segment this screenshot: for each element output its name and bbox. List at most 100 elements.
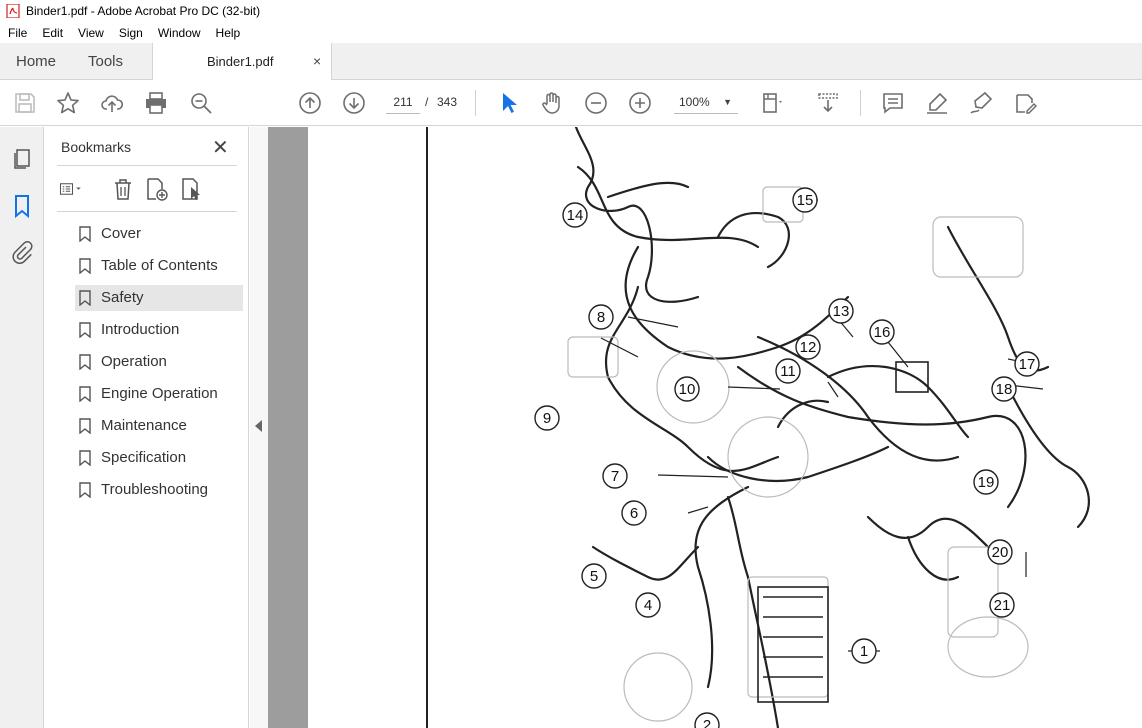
bookmark-icon <box>79 290 91 306</box>
new-bookmark-icon[interactable] <box>145 177 169 201</box>
delete-bookmark-icon[interactable] <box>111 177 135 201</box>
menu-help[interactable]: Help <box>208 26 248 40</box>
callout-1: 1 <box>851 638 877 664</box>
bookmark-table-of-contents[interactable]: Table of Contents <box>75 253 243 279</box>
main-toolbar: 211 / 343 100% ▼ <box>0 80 1142 126</box>
bookmark-icon <box>79 450 91 466</box>
bookmark-options-icon[interactable] <box>59 177 83 201</box>
callout-6: 6 <box>621 500 647 526</box>
wiring-harness-diagram: 14158 13161211 171891076195204 2112 <box>534 127 1090 728</box>
bookmark-label: Table of Contents <box>101 257 218 274</box>
menu-bar: File Edit View Sign Window Help <box>0 22 1142 43</box>
zoom-level-value: 100% <box>679 95 710 109</box>
next-page-icon[interactable] <box>342 91 366 115</box>
bookmark-specification[interactable]: Specification <box>75 445 243 471</box>
callout-8: 8 <box>588 304 614 330</box>
callout-label: 11 <box>780 363 796 380</box>
zoom-out-icon[interactable] <box>584 91 608 115</box>
callout-7: 7 <box>602 463 628 489</box>
pdf-page: 14 15 8 13 16 12 11 17 18 9 10 7 6 19 5 20 4 21 1 2 <box>308 127 1142 728</box>
upload-cloud-icon[interactable] <box>100 91 124 115</box>
save-icon[interactable] <box>13 91 37 115</box>
callout-label: 10 <box>679 381 696 398</box>
bookmark-engine-operation[interactable]: Engine Operation <box>75 381 243 407</box>
comment-icon[interactable] <box>881 91 905 115</box>
callout-19: 19 <box>973 469 999 495</box>
bookmarks-panel: Bookmarks ✕ Cover Table of Contents Safe… <box>45 127 249 728</box>
title-bar: Binder1.pdf - Adobe Acrobat Pro DC (32-b… <box>0 0 1142 22</box>
callout-label: 5 <box>590 568 598 585</box>
callout-label: 6 <box>630 505 638 522</box>
select-cursor-icon[interactable] <box>496 91 520 115</box>
star-icon[interactable] <box>56 91 80 115</box>
callout-label: 21 <box>994 597 1011 614</box>
callout-14: 14 <box>562 202 588 228</box>
previous-page-icon[interactable] <box>298 91 322 115</box>
chevron-down-icon: ▼ <box>723 97 732 107</box>
callout-label: 7 <box>611 468 619 485</box>
highlight-pen-icon[interactable] <box>925 91 949 115</box>
bookmark-label: Maintenance <box>101 417 187 434</box>
bookmark-icon <box>79 386 91 402</box>
tab-bar: Home Tools Binder1.pdf × <box>0 43 1142 81</box>
callout-label: 12 <box>800 339 817 356</box>
page-fit-icon[interactable] <box>760 91 784 115</box>
callout-label: 13 <box>833 303 850 320</box>
close-tab-icon[interactable]: × <box>313 53 321 69</box>
page-thumbnails-icon[interactable] <box>10 147 34 171</box>
callout-12: 12 <box>795 334 821 360</box>
page-number-input[interactable]: 211 <box>386 91 420 114</box>
callout-20: 20 <box>987 539 1013 565</box>
zoom-search-icon[interactable] <box>189 91 213 115</box>
bookmark-operation[interactable]: Operation <box>75 349 243 375</box>
callout-15: 15 <box>792 187 818 213</box>
bookmark-icon <box>79 418 91 434</box>
callout-2: 2 <box>694 712 720 728</box>
callout-9: 9 <box>534 405 560 431</box>
bookmark-icon <box>79 482 91 498</box>
menu-edit[interactable]: Edit <box>34 26 70 40</box>
attachments-paperclip-icon[interactable] <box>10 240 34 264</box>
bookmark-introduction[interactable]: Introduction <box>75 317 243 343</box>
bookmark-label: Introduction <box>101 321 180 338</box>
document-tab-label: Binder1.pdf <box>207 54 274 69</box>
panel-splitter[interactable] <box>250 127 268 728</box>
document-viewport[interactable]: 14 15 8 13 16 12 11 17 18 9 10 7 6 19 5 20 4 21 1 2 <box>268 127 1142 728</box>
collapse-panel-arrow-icon[interactable] <box>255 420 262 432</box>
menu-file[interactable]: File <box>0 26 34 40</box>
menu-view[interactable]: View <box>70 26 111 40</box>
bookmark-troubleshooting[interactable]: Troubleshooting <box>75 477 243 503</box>
bookmark-cover[interactable]: Cover <box>75 221 243 247</box>
bookmark-safety[interactable]: Safety <box>75 285 243 311</box>
bookmark-panel-icon[interactable] <box>10 194 34 218</box>
tab-tools[interactable]: Tools <box>88 43 123 80</box>
fill-sign-icon[interactable] <box>1013 91 1038 115</box>
menu-window[interactable]: Window <box>150 26 208 40</box>
zoom-in-icon[interactable] <box>628 91 652 115</box>
panel-divider <box>57 211 237 212</box>
scroll-mode-icon[interactable] <box>816 91 840 115</box>
tab-document[interactable]: Binder1.pdf × <box>152 43 332 81</box>
toolbar-divider <box>860 90 861 116</box>
zoom-level-select[interactable]: 100% ▼ <box>674 91 738 114</box>
callout-label: 17 <box>1019 356 1036 373</box>
callout-label: 1 <box>860 643 868 660</box>
bookmark-maintenance[interactable]: Maintenance <box>75 413 243 439</box>
bookmarks-title: Bookmarks <box>61 139 132 155</box>
callout-4: 4 <box>635 592 661 618</box>
sign-pen-icon[interactable] <box>969 91 993 115</box>
bookmark-icon <box>79 322 91 338</box>
page-separator: / <box>425 95 429 109</box>
print-icon[interactable] <box>144 91 168 115</box>
callout-label: 20 <box>992 544 1009 561</box>
bookmark-from-selection-icon[interactable] <box>180 177 204 201</box>
left-rail <box>0 127 44 728</box>
menu-sign[interactable]: Sign <box>111 26 150 40</box>
bookmark-icon <box>79 354 91 370</box>
callout-label: 16 <box>874 324 891 341</box>
hand-tool-icon[interactable] <box>540 91 564 115</box>
close-panel-icon[interactable]: ✕ <box>212 135 229 160</box>
bookmark-label: Troubleshooting <box>101 481 209 498</box>
bookmark-label: Engine Operation <box>101 385 218 402</box>
tab-home[interactable]: Home <box>16 43 56 80</box>
